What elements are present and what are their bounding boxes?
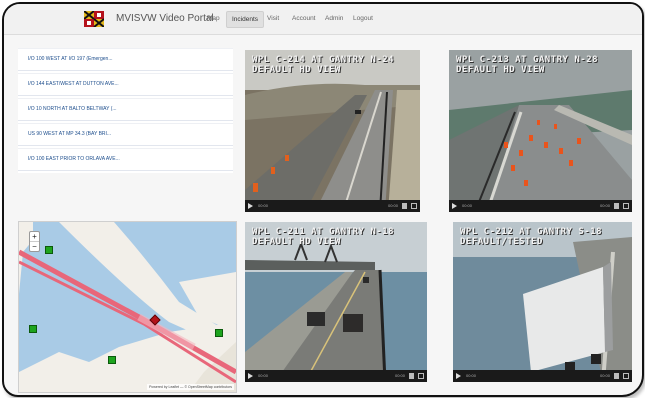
navbar: MVISVW Video Portal Map Incidents Visit … (4, 4, 642, 35)
volume-icon[interactable] (409, 373, 414, 379)
incident-list: I/O 100 WEST AT I/O 197 (Emergen... I/O … (18, 48, 233, 173)
app-window: MVISVW Video Portal Map Incidents Visit … (2, 2, 644, 397)
video-controls: 00:00 00:00 (245, 200, 420, 212)
incident-item[interactable]: I/O 10 NORTH AT BALTO BELTWAY (... (18, 98, 233, 121)
camera-title: WPL C-214 AT GANTRY N-24 DEFAULT HD VIEW (252, 55, 395, 75)
nav-account[interactable]: Account (292, 15, 316, 22)
zoom-control: + − (29, 231, 40, 252)
map-marker[interactable] (108, 356, 116, 364)
incident-item[interactable]: US 90 WEST AT MP 34.3 (BAY BRI... (18, 123, 233, 146)
incident-item[interactable]: I/O 100 EAST PRIOR TO ORLAVA AVE... (18, 148, 233, 171)
incident-item[interactable]: I/O 144 EAST/WEST AT DUTTON AVE... (18, 73, 233, 96)
volume-icon[interactable] (614, 203, 619, 209)
play-icon[interactable] (452, 203, 457, 209)
video-duration: 00:00 (387, 203, 398, 208)
maryland-flag-logo[interactable] (84, 11, 104, 27)
nav-incidents[interactable]: Incidents (226, 11, 265, 28)
zoom-out-button[interactable]: − (30, 241, 39, 251)
fullscreen-icon[interactable] (623, 373, 629, 379)
video-time: 00:00 (462, 203, 473, 208)
volume-icon[interactable] (614, 373, 619, 379)
camera-feed-3[interactable]: WPL C-211 AT GANTRY N-18 DEFAULT HD VIEW … (245, 222, 427, 382)
brand-title[interactable]: MVISVW Video Portal (116, 13, 214, 24)
play-icon[interactable] (248, 373, 253, 379)
nav-map[interactable]: Map (207, 15, 220, 22)
nav-admin[interactable]: Admin (325, 15, 343, 22)
map-marker[interactable] (45, 246, 53, 254)
fullscreen-icon[interactable] (623, 203, 629, 209)
nav-visit[interactable]: Visit (267, 15, 279, 22)
camera-feed-1[interactable]: WPL C-214 AT GANTRY N-24 DEFAULT HD VIEW … (245, 50, 420, 212)
incident-map[interactable]: + − Powered by Leaflet — © OpenStreetMap… (18, 221, 237, 393)
nav-logout[interactable]: Logout (353, 15, 373, 22)
camera-title: WPL C-212 AT GANTRY S-18 DEFAULT/TESTED (460, 227, 603, 247)
video-time: 00:00 (258, 203, 269, 208)
map-marker[interactable] (215, 329, 223, 337)
camera-title: WPL C-213 AT GANTRY N-28 DEFAULT HD VIEW (456, 55, 599, 75)
volume-icon[interactable] (402, 203, 407, 209)
video-duration: 00:00 (599, 203, 610, 208)
camera-feed-4[interactable]: WPL C-212 AT GANTRY S-18 DEFAULT/TESTED 0… (453, 222, 632, 382)
incident-item[interactable]: I/O 100 WEST AT I/O 197 (Emergen... (18, 48, 233, 71)
video-duration: 00:00 (394, 373, 405, 378)
play-icon[interactable] (248, 203, 253, 209)
map-attribution[interactable]: Powered by Leaflet — © OpenStreetMap con… (147, 384, 234, 390)
play-icon[interactable] (456, 373, 461, 379)
video-time: 00:00 (466, 373, 477, 378)
zoom-in-button[interactable]: + (30, 232, 39, 241)
fullscreen-icon[interactable] (411, 203, 417, 209)
video-duration: 00:00 (599, 373, 610, 378)
camera-feed-2[interactable]: WPL C-213 AT GANTRY N-28 DEFAULT HD VIEW … (449, 50, 632, 212)
video-controls: 00:00 00:00 (245, 370, 427, 382)
video-controls: 00:00 00:00 (453, 370, 632, 382)
map-marker[interactable] (29, 325, 37, 333)
fullscreen-icon[interactable] (418, 373, 424, 379)
video-controls: 00:00 00:00 (449, 200, 632, 212)
camera-title: WPL C-211 AT GANTRY N-18 DEFAULT HD VIEW (252, 227, 395, 247)
video-time: 00:00 (258, 373, 269, 378)
